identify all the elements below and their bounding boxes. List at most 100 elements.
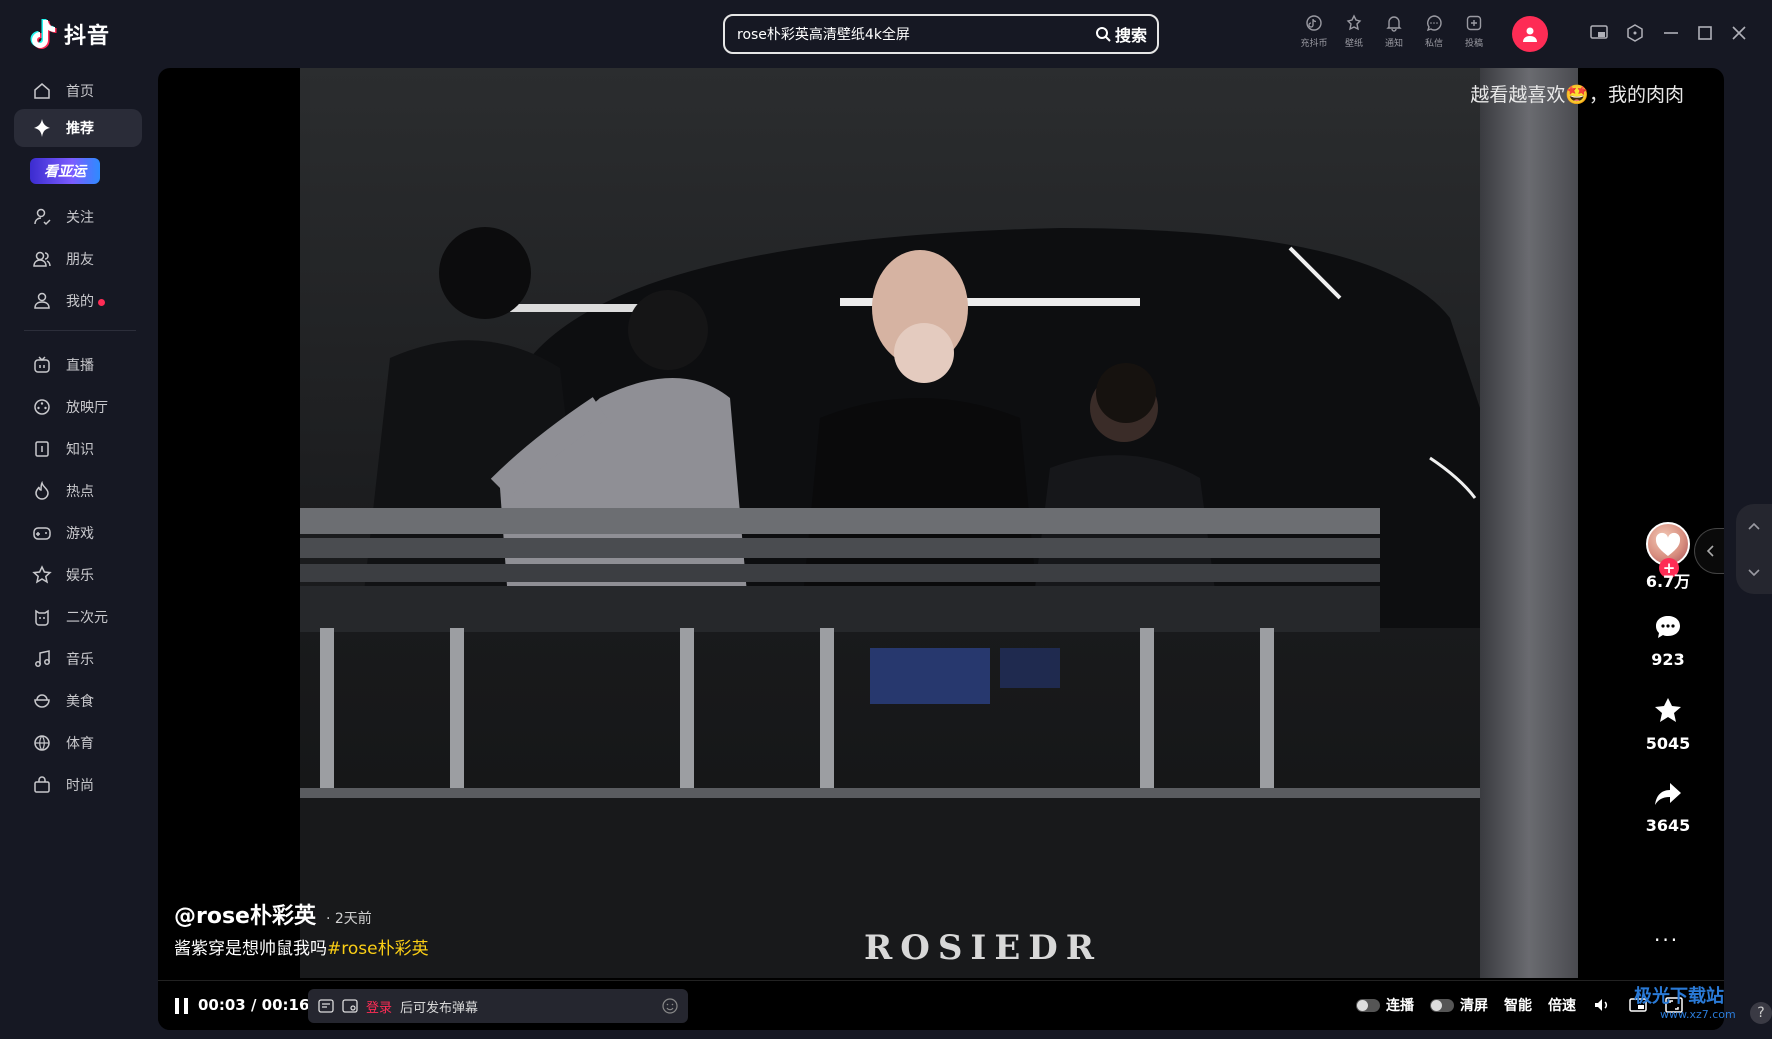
more-button[interactable]: ··· (1654, 928, 1679, 952)
volume-button[interactable] (1592, 995, 1612, 1015)
video-caption: 酱紫穿是想帅鼠我吗#rose朴彩英 (174, 934, 429, 959)
bag-icon (34, 776, 50, 793)
sidebar-item-live[interactable]: 直播 (14, 346, 142, 384)
user-avatar-button[interactable] (1512, 16, 1548, 52)
sidebar-item-fashion[interactable]: 时尚 (14, 766, 142, 804)
pause-icon (175, 998, 188, 1014)
video-frame[interactable] (300, 68, 1574, 978)
sidebar-item-friends[interactable]: 朋友 (14, 240, 142, 278)
video-scene (300, 68, 1574, 978)
share-count: 3645 (1645, 816, 1691, 835)
heart-icon (1655, 532, 1681, 556)
sidebar-item-hot[interactable]: 热点 (14, 472, 142, 510)
site-watermark: 极光下载站 (1634, 986, 1724, 1007)
sidebar-item-label: 关注 (66, 210, 94, 226)
notification-button[interactable]: 通知 (1380, 14, 1408, 49)
top-tools: 充抖币 壁纸 通知 私信 投稿 (1300, 14, 1488, 49)
speed-button[interactable]: 倍速 (1548, 995, 1576, 1015)
sidebar-item-food[interactable]: 美食 (14, 682, 142, 720)
sidebar-item-sports[interactable]: 体育 (14, 724, 142, 762)
post-time: · 2天前 (325, 911, 372, 927)
wallpaper-label: 壁纸 (1344, 39, 1363, 49)
maximize-button[interactable] (1694, 22, 1716, 44)
upload-button[interactable]: 投稿 (1460, 14, 1488, 49)
comment-icon (1656, 616, 1680, 638)
gamepad-icon (33, 527, 51, 540)
follow-icon (34, 208, 51, 226)
autoplay-switch[interactable] (1356, 998, 1380, 1012)
search-button[interactable]: 搜索 (1095, 22, 1157, 46)
sidebar-item-follow[interactable]: 关注 (14, 198, 142, 236)
favorite-count: 5045 (1645, 734, 1691, 753)
cinema-icon (34, 399, 50, 415)
friends-icon (33, 251, 51, 267)
login-link[interactable]: 登录 (366, 997, 392, 1016)
close-button[interactable] (1728, 22, 1750, 44)
sidebar-item-label: 我的 (66, 291, 105, 311)
sidebar-item-label: 时尚 (66, 778, 94, 794)
sidebar-item-entertainment[interactable]: 娱乐 (14, 556, 142, 594)
notification-label: 通知 (1384, 39, 1403, 49)
sidebar-item-knowledge[interactable]: 知识 (14, 430, 142, 468)
chevron-down-icon[interactable] (1746, 564, 1762, 580)
mine-text: 我的 (66, 294, 94, 310)
emoji-icon[interactable] (662, 998, 678, 1014)
share-icon (1655, 783, 1681, 805)
asian-games-badge[interactable]: 看亚运 (30, 158, 100, 184)
sidebar-item-label: 娱乐 (66, 568, 94, 584)
help-icon[interactable]: ? (1750, 1002, 1772, 1024)
video-player[interactable]: 越看越喜欢🤩，我的肉肉 ROSIEDR @rose朴彩英 · 2天前 酱紫穿是想… (158, 68, 1724, 1030)
sidebar-item-cinema[interactable]: 放映厅 (14, 388, 142, 426)
message-icon (1426, 15, 1442, 32)
sidebar-item-recommend[interactable]: 推荐 (14, 109, 142, 147)
sparkle-icon (34, 119, 50, 137)
like-count: 6.7万 (1645, 572, 1691, 591)
danmaku-toggle-icon[interactable] (318, 998, 334, 1014)
sidebar-item-music[interactable]: 音乐 (14, 640, 142, 678)
volume-icon (1595, 999, 1608, 1011)
danmaku-settings-icon[interactable] (342, 998, 358, 1014)
comment-button[interactable]: 923 (1628, 612, 1708, 669)
quality-button[interactable]: 智能 (1504, 995, 1532, 1015)
pause-button[interactable] (174, 997, 190, 1015)
close-icon (1732, 26, 1746, 40)
sidebar: 首页 推荐 看亚运 关注 朋友 我的 直播 放映厅 知识 热点 游戏 娱乐 二次… (0, 68, 152, 1039)
danmaku-input[interactable]: 登录 后可发布弹幕 (308, 989, 688, 1023)
sidebar-item-anime[interactable]: 二次元 (14, 598, 142, 636)
notification-dot (98, 299, 105, 306)
sidebar-item-label: 音乐 (66, 652, 94, 668)
sidebar-item-label: 二次元 (66, 610, 108, 626)
coin-icon (1306, 15, 1322, 31)
favorite-button[interactable]: 5045 (1628, 696, 1708, 753)
autoplay-label: 连播 (1386, 998, 1414, 1014)
playback-time: 00:03 / 00:16 (198, 996, 310, 1014)
clear-screen-switch[interactable] (1430, 998, 1454, 1012)
clear-screen-toggle[interactable]: 清屏 (1430, 995, 1488, 1015)
author-name[interactable]: @rose朴彩英 (174, 898, 316, 930)
caption-text: 酱紫穿是想帅鼠我吗 (174, 939, 327, 959)
sidebar-item-home[interactable]: 首页 (14, 72, 142, 110)
hashtag-link[interactable]: #rose朴彩英 (327, 939, 429, 959)
sidebar-item-label: 推荐 (66, 121, 94, 137)
settings-button[interactable] (1624, 22, 1646, 44)
sidebar-item-label: 体育 (66, 736, 94, 752)
music-icon (35, 650, 50, 667)
sidebar-item-label: 美食 (66, 694, 94, 710)
ball-icon (34, 735, 50, 751)
recharge-button[interactable]: 充抖币 (1300, 14, 1328, 49)
upload-icon (1466, 15, 1482, 31)
chevron-up-icon[interactable] (1746, 519, 1762, 535)
sidebar-item-games[interactable]: 游戏 (14, 514, 142, 552)
sidebar-item-mine[interactable]: 我的 (14, 282, 142, 320)
screen-cast-button[interactable] (1588, 22, 1610, 44)
wallpaper-button[interactable]: 壁纸 (1340, 14, 1368, 49)
share-button[interactable]: 3645 (1628, 778, 1708, 835)
autoplay-toggle[interactable]: 连播 (1356, 995, 1414, 1015)
minimize-button[interactable] (1660, 22, 1682, 44)
search-input[interactable] (725, 16, 1095, 52)
app-logo[interactable]: 抖音 (30, 18, 110, 50)
messages-button[interactable]: 私信 (1420, 14, 1448, 49)
video-watermark: ROSIEDR (864, 928, 1102, 968)
book-icon (35, 441, 49, 457)
hexagon-icon (1627, 24, 1643, 42)
